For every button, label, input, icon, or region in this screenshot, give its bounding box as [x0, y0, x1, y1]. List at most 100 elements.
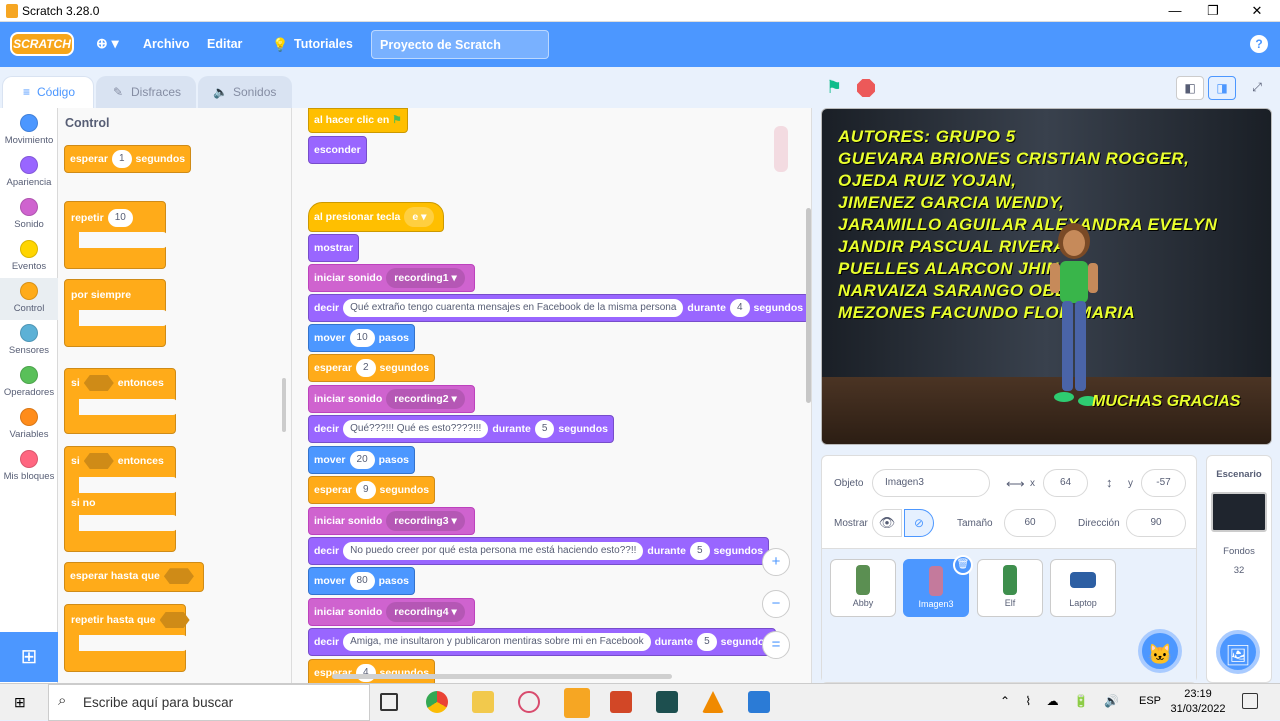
secs-input[interactable]: 9	[355, 481, 376, 500]
secs-input[interactable]: 2	[355, 359, 376, 378]
palette-scrollbar[interactable]	[282, 378, 286, 432]
move-steps-block[interactable]: mover 20 pasos	[308, 446, 415, 474]
green-flag-icon[interactable]: ⚑	[826, 78, 846, 96]
clock[interactable]: 23:19 31/03/2022	[1168, 687, 1228, 717]
size-input[interactable]: 60	[1004, 509, 1056, 537]
category-my-blocks[interactable]: Mis bloques	[0, 450, 58, 482]
say-for-secs-block[interactable]: decir Qué extraño tengo cuarenta mensajes…	[308, 294, 810, 322]
steps-input[interactable]: 20	[349, 451, 375, 470]
category-variables[interactable]: Variables	[0, 408, 58, 440]
project-title-input[interactable]: Proyecto de Scratch	[371, 30, 549, 59]
normal-stage-icon[interactable]: ◨	[1208, 76, 1236, 100]
tab-sounds[interactable]: 🔈 Sonidos	[198, 76, 292, 108]
tray-icons[interactable]: ⌃ ⌇ ☁ 🔋 🔊	[1000, 694, 1125, 708]
scratch-logo[interactable]: SCRATCH	[10, 32, 74, 56]
sound-dropdown[interactable]: recording3 ▾	[386, 511, 465, 532]
repeat-until-block[interactable]: repetir hasta que	[64, 604, 190, 672]
minimize-button[interactable]: —	[1160, 2, 1190, 20]
add-extension-button[interactable]: ⊞	[0, 632, 58, 682]
play-sound-block[interactable]: iniciar sonido recording1 ▾	[308, 264, 475, 292]
vertical-scrollbar[interactable]	[806, 208, 811, 403]
category-events[interactable]: Eventos	[0, 240, 58, 272]
paint-icon[interactable]	[518, 691, 540, 713]
repeat-block[interactable]: repetir 10	[64, 201, 167, 269]
menu-edit[interactable]: Editar	[207, 37, 242, 51]
category-sensing[interactable]: Sensores	[0, 324, 58, 356]
tab-costumes[interactable]: ✎ Disfraces	[96, 76, 196, 108]
stop-icon[interactable]	[857, 79, 875, 97]
small-stage-icon[interactable]: ◧	[1176, 76, 1204, 100]
zoom-in-icon[interactable]: +	[762, 548, 790, 576]
language-menu-icon[interactable]: ⊕ ▾	[96, 35, 119, 52]
hide-block[interactable]: esconder	[308, 136, 367, 164]
vlc-icon[interactable]	[702, 691, 724, 713]
category-operators[interactable]: Operadores	[0, 366, 58, 398]
forever-block[interactable]: por siempre	[64, 279, 167, 347]
menu-file[interactable]: Archivo	[143, 37, 190, 51]
hide-visible-icon[interactable]: ⊘	[904, 509, 934, 537]
stage[interactable]: AUTORES: GRUPO 5 GUEVARA BRIONES CRISTIA…	[821, 108, 1272, 445]
script-area[interactable]: al hacer clic en ⚑ esconder al presionar…	[292, 108, 812, 683]
say-for-secs-block[interactable]: decir Qué???!!! Qué es esto????!!! durante…	[308, 415, 614, 443]
maximize-button[interactable]: ❐	[1198, 2, 1228, 20]
powerpoint-icon[interactable]	[610, 691, 632, 713]
sprite-tile-selected[interactable]: Imagen3 🗑	[903, 555, 973, 617]
sound-dropdown[interactable]: recording1 ▾	[386, 268, 465, 289]
close-button[interactable]: ✕	[1242, 2, 1272, 20]
secs-input[interactable]: 5	[697, 633, 717, 652]
chrome-icon[interactable]	[426, 691, 448, 713]
steps-input[interactable]: 80	[349, 572, 375, 591]
message-input[interactable]: Qué extraño tengo cuarenta mensajes en F…	[343, 299, 684, 318]
task-view-icon[interactable]	[380, 693, 398, 711]
girl-sprite[interactable]	[1044, 221, 1104, 411]
message-input[interactable]: No puedo creer por qué esta persona me e…	[343, 542, 644, 561]
move-steps-block[interactable]: mover 80 pasos	[308, 567, 415, 595]
wait-block[interactable]: esperar 2 segundos	[308, 354, 436, 382]
play-sound-block[interactable]: iniciar sonido recording4 ▾	[308, 598, 475, 626]
delete-sprite-icon[interactable]: 🗑	[953, 555, 973, 575]
say-for-secs-block[interactable]: decir Amiga, me insultaron y publicaron m…	[308, 628, 777, 656]
key-dropdown[interactable]: e ▾	[404, 207, 435, 228]
sprite-tile[interactable]: Elf	[977, 559, 1043, 617]
wait-block[interactable]: esperar 4 segundos	[308, 659, 436, 683]
sprite-tile[interactable]: Abby	[830, 559, 896, 617]
show-block[interactable]: mostrar	[308, 234, 360, 262]
zoom-out-icon[interactable]: −	[762, 590, 790, 618]
y-input[interactable]: -57	[1141, 469, 1186, 497]
condition-slot[interactable]	[83, 375, 114, 391]
zoom-reset-icon[interactable]: =	[762, 631, 790, 659]
fullscreen-icon[interactable]: ⤢	[1243, 76, 1271, 100]
language-indicator[interactable]: ESP	[1139, 695, 1161, 707]
stage-target-panel[interactable]: Escenario Fondos 32 🖼	[1206, 455, 1272, 683]
steps-input[interactable]: 10	[349, 329, 375, 348]
sound-dropdown[interactable]: recording4 ▾	[386, 602, 465, 623]
windows-start-icon[interactable]: ⊞	[14, 694, 30, 710]
if-else-block[interactable]: si entonces si no	[64, 446, 177, 552]
help-icon[interactable]: ?	[1250, 35, 1268, 53]
condition-slot[interactable]	[159, 612, 190, 628]
category-motion[interactable]: Movimiento	[0, 114, 58, 146]
category-sound[interactable]: Sonido	[0, 198, 58, 230]
tab-code[interactable]: ≡ Código	[2, 76, 94, 108]
sprite-tile[interactable]: Laptop	[1050, 559, 1116, 617]
condition-slot[interactable]	[163, 568, 194, 585]
photos-icon[interactable]	[748, 691, 770, 713]
notifications-icon[interactable]	[1242, 693, 1258, 709]
menu-tutorials[interactable]: Tutoriales	[294, 37, 353, 51]
direction-input[interactable]: 90	[1126, 509, 1186, 537]
add-sprite-icon[interactable]: 🐱	[1138, 629, 1182, 673]
condition-slot[interactable]	[83, 453, 114, 469]
when-key-pressed-block[interactable]: al presionar tecla e ▾	[308, 202, 445, 232]
move-steps-block[interactable]: mover 10 pasos	[308, 324, 415, 352]
taskbar-search-input[interactable]: Escribe aquí para buscar	[48, 684, 370, 721]
secs-input[interactable]: 4	[729, 299, 750, 318]
play-sound-block[interactable]: iniciar sonido recording2 ▾	[308, 385, 475, 413]
if-then-block[interactable]: si entonces	[64, 368, 177, 434]
message-input[interactable]: Qué???!!! Qué es esto????!!!	[343, 420, 489, 439]
wait-block[interactable]: esperar 9 segundos	[308, 476, 436, 504]
play-sound-block[interactable]: iniciar sonido recording3 ▾	[308, 507, 475, 535]
scratch-taskbar-icon[interactable]	[564, 688, 590, 718]
sound-dropdown[interactable]: recording2 ▾	[386, 389, 465, 410]
category-looks[interactable]: Apariencia	[0, 156, 58, 188]
file-explorer-icon[interactable]	[472, 691, 494, 713]
